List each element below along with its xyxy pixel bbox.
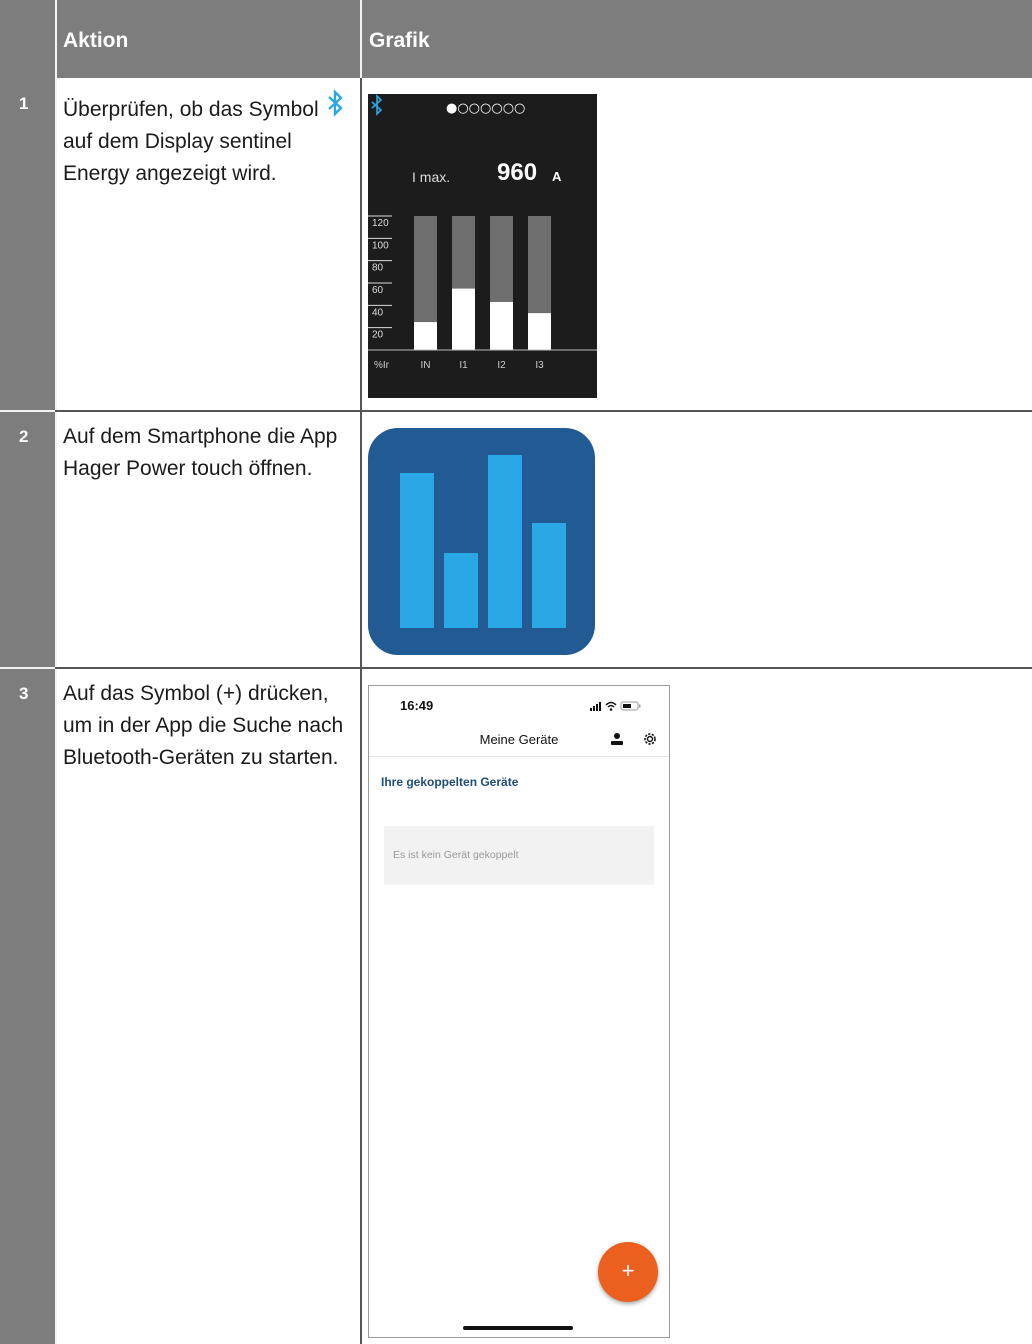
header-graphic: Grafik: [369, 29, 430, 52]
app-icon-bar: [488, 455, 522, 628]
status-icons: [590, 701, 641, 711]
header-divider: [360, 0, 362, 78]
column-divider: [360, 78, 362, 1344]
screen-title: Meine Geräte: [479, 732, 559, 747]
battery-icon: [620, 701, 641, 711]
bluetooth-icon: [328, 89, 344, 117]
number-column: [0, 78, 55, 1344]
section-title: Ihre gekoppelten Geräte: [381, 775, 519, 789]
app-icon-bar: [532, 523, 566, 628]
empty-state-text: Es ist kein Gerät gekoppelt: [393, 849, 519, 861]
app-icon-bar: [400, 473, 434, 628]
display-screen: ●○○○○○○ I max. 960 A 12010080604020 %Ir …: [368, 94, 597, 371]
action-text-part: auf dem Display sentinel Energy angezeig…: [63, 130, 292, 185]
axis-unit: %Ir: [374, 360, 390, 371]
user-icon[interactable]: [610, 731, 624, 747]
row-divider: [55, 667, 1032, 669]
scale-tick-label: 120: [372, 218, 389, 229]
row-number: 3: [19, 684, 29, 703]
bar-in: [414, 322, 437, 350]
home-indicator: [463, 1326, 573, 1330]
row-action-text: Auf dem Smartphone die App Hager Power t…: [63, 425, 338, 480]
signal-icon: [590, 702, 601, 711]
scale-tick-label: 100: [372, 240, 389, 251]
category-label: I1: [459, 360, 468, 371]
instruction-table: Aktion Grafik 1 Überprüfen, ob das Symbo…: [0, 0, 1032, 1344]
number-divider: [55, 78, 57, 1344]
row-action-text: Auf das Symbol (+) drücken, um in der Ap…: [63, 682, 344, 769]
empty-state-card: Es ist kein Gerät gekoppelt: [384, 826, 654, 885]
row-action-text: Überprüfen, ob das Symbol auf dem Displa…: [63, 88, 355, 190]
bar-i2: [490, 301, 513, 350]
status-time: 16:49: [400, 698, 434, 713]
category-label: IN: [421, 360, 431, 371]
scale-tick-label: 60: [372, 285, 384, 296]
category-label: I2: [497, 360, 506, 371]
page-dots: ●○○○○○○: [446, 101, 525, 116]
bluetooth-icon: [371, 94, 383, 116]
bar-i1: [452, 288, 475, 350]
app-icon-bar: [444, 553, 478, 628]
row-number: 2: [19, 427, 29, 446]
table-header: [0, 0, 1032, 78]
bar-i3: [528, 313, 551, 350]
scale-tick-label: 80: [372, 263, 384, 274]
row-divider: [0, 410, 55, 412]
row-divider: [55, 410, 1032, 412]
imax-label: I max.: [412, 169, 450, 185]
category-label: I3: [535, 360, 544, 371]
gear-icon[interactable]: [642, 731, 658, 747]
scale-tick-label: 20: [372, 330, 384, 341]
sentinel-display: ●○○○○○○ I max. 960 A 120 100 80 60 40 20 %Ir …: [368, 94, 597, 398]
hager-power-touch-app-icon: [368, 428, 595, 655]
phone-screenshot: 16:49 Meine Geräte Ihre gekoppelten Gerä…: [368, 685, 670, 1338]
row-number: 1: [19, 94, 29, 113]
header-action: Aktion: [63, 29, 129, 52]
scale-tick-label: 40: [372, 307, 384, 318]
header-divider: [55, 0, 57, 78]
row-divider: [0, 667, 55, 669]
header-divider: [369, 756, 669, 757]
wifi-icon: [605, 701, 617, 711]
add-device-button[interactable]: +: [598, 1242, 658, 1302]
imax-value: 960: [497, 159, 537, 186]
action-text-part: Überprüfen, ob das Symbol: [63, 98, 325, 121]
imax-unit: A: [552, 169, 562, 184]
